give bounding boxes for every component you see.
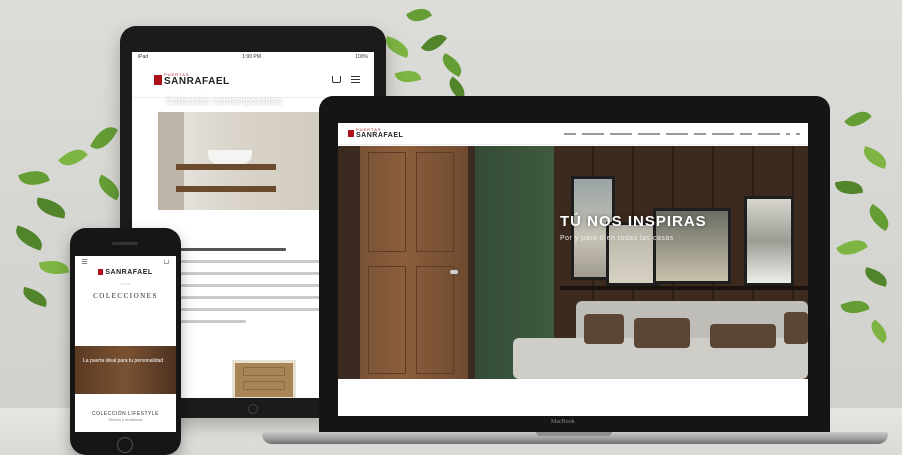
tablet-hero-text: Colección contemporánea [166, 96, 283, 106]
laptop-page-body [338, 379, 808, 416]
section-title: COLECCIONES [93, 292, 158, 300]
phone-logo[interactable]: SANRAFAEL [75, 266, 176, 278]
laptop-screen: PUERTAS SANRAFAEL TÚ NOS INSPIRAS Por y … [338, 123, 808, 416]
search-icon[interactable] [786, 132, 790, 135]
brand-mark-icon [348, 130, 354, 137]
laptop-logo[interactable]: PUERTAS SANRAFAEL [348, 128, 403, 139]
phone-hero-banner[interactable]: La puerta ideal para tu personalidad [75, 346, 176, 394]
tablet-status-battery: 100% [355, 54, 368, 60]
tablet-status-time: 1:00 PM [242, 54, 261, 60]
collection-card[interactable]: COLECCIÓN LIFESTYLE Diseño y tendencia [83, 404, 168, 428]
nav-link[interactable] [712, 132, 734, 135]
cart-icon[interactable] [796, 132, 800, 135]
nav-link[interactable] [740, 132, 752, 135]
phone-top-bar [75, 256, 176, 266]
hero-subtitle: Por y para ti en todas las casas [560, 235, 674, 242]
logo-name: SANRAFAEL [356, 132, 404, 139]
phone-home-button[interactable] [117, 437, 133, 453]
tablet-logo[interactable]: PUERTAS SANRAFAEL [154, 72, 230, 87]
nav-link[interactable] [666, 132, 688, 135]
cart-icon[interactable] [163, 259, 170, 264]
laptop-brand-label: MacBook [551, 419, 575, 425]
hero-title: TÚ NOS INSPIRAS [560, 213, 707, 230]
door-image [360, 146, 468, 379]
laptop-nav-links [564, 132, 800, 135]
tablet-door-image[interactable] [232, 360, 296, 398]
tablet-status-carrier: iPad [138, 54, 149, 60]
laptop-device: PUERTAS SANRAFAEL TÚ NOS INSPIRAS Por y … [319, 96, 830, 432]
tablet-status-bar: iPad 1:00 PM 100% [132, 52, 374, 62]
nav-link[interactable] [610, 132, 632, 135]
phone-screen: SANRAFAEL ~~~ COLECCIONES La puerta idea… [75, 256, 176, 432]
hamburger-menu-icon[interactable] [81, 259, 88, 264]
tablet-home-button[interactable] [248, 404, 258, 414]
ornament-divider: ~~~ [120, 282, 131, 288]
door-handle-icon [450, 270, 458, 274]
hamburger-menu-icon[interactable] [351, 76, 360, 83]
phone-hero-text: La puerta ideal para tu personalidad [83, 358, 164, 364]
logo-name: SANRAFAEL [164, 75, 230, 87]
nav-link[interactable] [758, 132, 780, 135]
collection-card-subtitle: Diseño y tendencia [108, 416, 143, 422]
brand-mark-icon [154, 74, 162, 85]
laptop-site-navbar: PUERTAS SANRAFAEL [338, 123, 808, 145]
nav-link[interactable] [694, 132, 706, 135]
brand-mark-icon [98, 269, 104, 275]
tablet-site-header: PUERTAS SANRAFAEL [132, 62, 374, 98]
nav-link[interactable] [638, 132, 660, 135]
logo-name: SANRAFAEL [105, 268, 153, 276]
laptop-notch [536, 432, 612, 436]
laptop-hero-banner[interactable] [338, 146, 808, 379]
phone-speaker [112, 242, 138, 245]
nav-link[interactable] [564, 132, 576, 135]
phone-device: SANRAFAEL ~~~ COLECCIONES La puerta idea… [70, 228, 181, 455]
nav-link[interactable] [582, 132, 604, 135]
cart-icon[interactable] [332, 76, 341, 83]
